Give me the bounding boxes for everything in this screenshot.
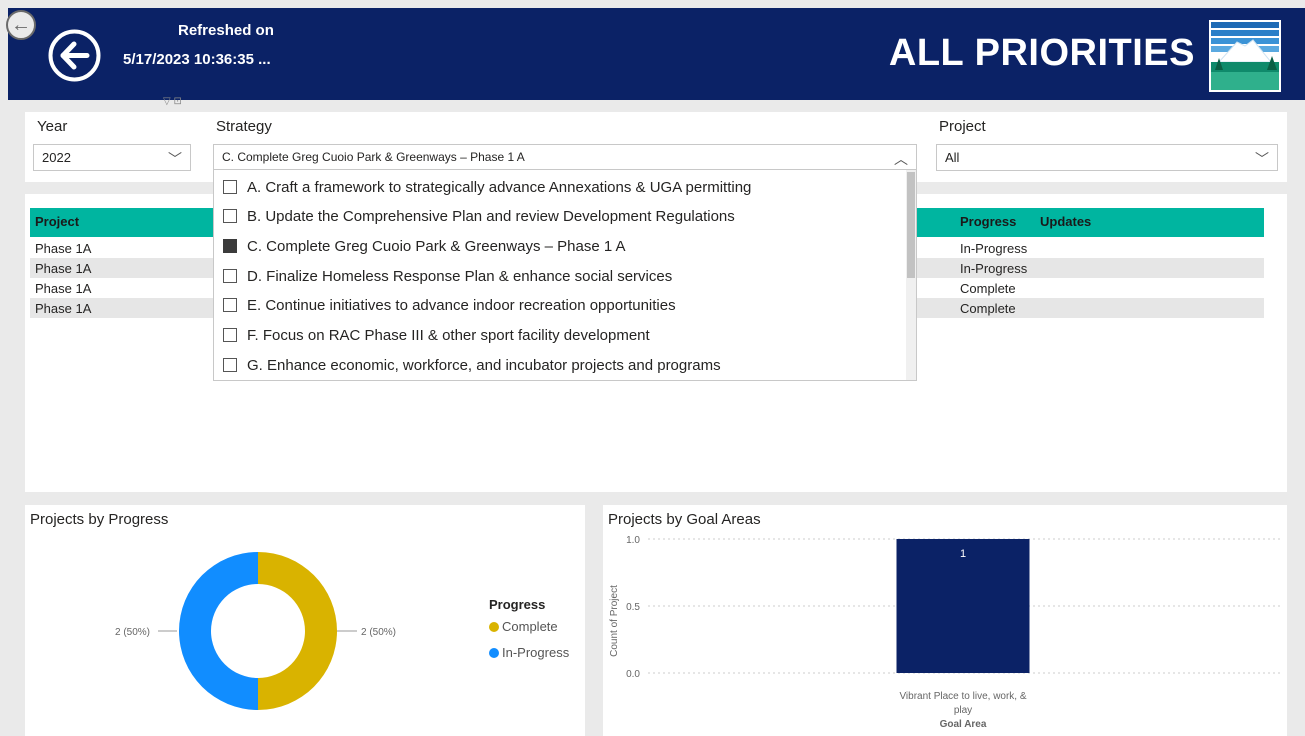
strategy-value: C. Complete Greg Cuoio Park & Greenways … [222,150,525,164]
legend-title: Progress [489,597,546,612]
strategy-option[interactable]: A. Craft a framework to strategically ad… [223,175,751,199]
x-tick-label: Vibrant Place to live, work, & [899,691,1026,702]
checkbox[interactable] [223,358,237,372]
checkbox[interactable] [223,328,237,342]
option-label: G. Enhance economic, workforce, and incu… [247,356,721,374]
slice-label-in-progress: 2 (50%) [115,627,150,638]
scrollbar-thumb[interactable] [907,172,915,278]
donut-slice-in-progress[interactable] [179,552,258,710]
bar-chart-svg: Count of Project 1.0 0.5 0.0 Vibrant Pla… [609,535,1283,730]
legend-label: Complete [502,619,558,634]
checkbox[interactable] [223,180,237,194]
projects-by-progress-chart: Projects by Progress 2 (50%) 2 (50%) Pro… [25,505,585,736]
cell-progress: In-Progress [960,241,1028,256]
strategy-option[interactable]: B. Update the Comprehensive Plan and rev… [223,204,735,228]
y-axis-title: Count of Project [609,585,620,657]
checkbox[interactable] [223,269,237,283]
year-dropdown[interactable]: 2022 ﹀ [33,144,191,171]
strategy-option[interactable]: E. Continue initiatives to advance indoo… [223,293,676,317]
cell-project: Phase 1A [35,241,92,256]
cell-project: Phase 1A [35,281,92,296]
strategy-option[interactable]: F. Focus on RAC Phase III & other sport … [223,323,650,347]
projects-by-goal-areas-chart: Projects by Goal Areas Count of Project … [603,505,1287,736]
legend-label: In-Progress [502,645,570,660]
city-logo-icon [1209,20,1281,92]
chevron-down-icon: ﹀ [1255,151,1269,167]
legend-dot [489,647,499,658]
year-value: 2022 [42,150,71,165]
refreshed-date: 5/17/2023 10:36:35 ... [123,51,271,68]
legend-dot [489,621,499,632]
column-header-updates[interactable]: Updates [1040,214,1091,229]
y-tick-label: 0.0 [626,669,640,680]
legend-item-complete[interactable]: Complete [489,619,558,634]
option-label: E. Continue initiatives to advance indoo… [247,296,676,314]
x-tick-label-line2: play [954,705,972,716]
legend-item-in-progress[interactable]: In-Progress [489,645,569,660]
checkbox[interactable] [223,209,237,223]
cell-project: Phase 1A [35,301,92,316]
project-value: All [945,150,960,165]
visual-header-tools[interactable]: ▽ ⊡ [163,96,182,107]
checkbox[interactable] [223,298,237,312]
back-arrow-icon[interactable] [47,28,102,83]
strategy-label: Strategy [216,118,272,135]
chevron-up-icon: ︿ [894,151,908,167]
x-axis-title: Goal Area [940,719,987,730]
cell-progress: Complete [960,301,1016,316]
option-label: C. Complete Greg Cuoio Park & Greenways … [247,237,626,255]
project-label: Project [939,118,986,135]
checkbox-checked[interactable] [223,239,237,253]
y-tick-label: 0.5 [626,602,640,613]
cell-project: Phase 1A [35,261,92,276]
column-header-progress[interactable]: Progress [960,214,1016,229]
slice-label-complete: 2 (50%) [361,627,396,638]
option-label: D. Finalize Homeless Response Plan & enh… [247,267,673,285]
option-label: A. Craft a framework to strategically ad… [247,178,752,196]
donut-slice-complete[interactable] [258,552,337,710]
cell-progress: Complete [960,281,1016,296]
page-title: ALL PRIORITIES [888,32,1195,74]
strategy-option[interactable]: D. Finalize Homeless Response Plan & enh… [223,264,672,288]
strategy-options-list: A. Craft a framework to strategically ad… [213,169,917,381]
refreshed-label: Refreshed on [178,22,274,39]
bar-data-label: 1 [960,548,966,560]
column-header-project[interactable]: Project [35,214,79,229]
strategy-option[interactable]: G. Enhance economic, workforce, and incu… [223,353,721,377]
page-back-icon[interactable]: ← [6,10,36,40]
project-dropdown[interactable]: All ﹀ [936,144,1278,171]
report-header: Refreshed on 5/17/2023 10:36:35 ... ALL … [8,8,1305,100]
scrollbar[interactable] [906,170,916,380]
year-label: Year [37,118,68,135]
chevron-down-icon: ﹀ [168,151,182,167]
cell-progress: In-Progress [960,261,1028,276]
y-tick-label: 1.0 [626,535,640,546]
option-label: F. Focus on RAC Phase III & other sport … [247,326,650,344]
strategy-dropdown[interactable]: C. Complete Greg Cuoio Park & Greenways … [213,144,917,171]
strategy-option[interactable]: C. Complete Greg Cuoio Park & Greenways … [223,234,626,258]
option-label: B. Update the Comprehensive Plan and rev… [247,207,735,225]
